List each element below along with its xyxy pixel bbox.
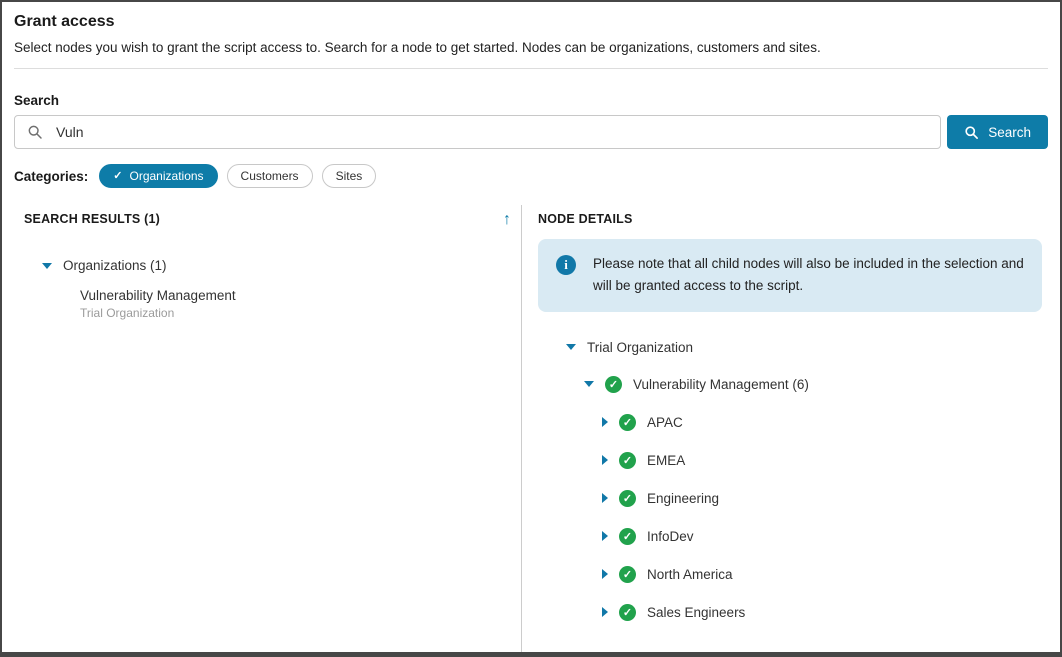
info-notice-text: Please note that all child nodes will al… — [593, 253, 1026, 296]
category-pill-label: Organizations — [130, 169, 204, 183]
category-pill-organizations[interactable]: ✓ Organizations — [99, 164, 217, 188]
tree-node-label: Engineering — [647, 491, 719, 506]
selected-check-icon: ✓ — [619, 414, 636, 431]
selected-check-icon: ✓ — [619, 566, 636, 583]
node-details-panel: NODE DETAILS i Please note that all chil… — [522, 205, 1060, 652]
result-subtitle: Trial Organization — [80, 306, 511, 320]
search-button-label: Search — [988, 125, 1031, 140]
info-icon: i — [556, 255, 576, 275]
caret-right-icon[interactable] — [602, 417, 608, 427]
tree-node-label: Sales Engineers — [647, 605, 745, 620]
tree-node-label: North America — [647, 567, 733, 582]
caret-down-icon[interactable] — [584, 381, 594, 387]
main-panels: SEARCH RESULTS (1) ↑ Organizations (1) V… — [2, 205, 1060, 652]
scroll-to-top-icon[interactable]: ↑ — [503, 212, 511, 228]
search-results-header: SEARCH RESULTS (1) — [24, 212, 160, 226]
node-details-tree: Trial Organization ✓ Vulnerability Manag… — [538, 340, 1042, 621]
header-divider — [14, 68, 1048, 69]
tree-node-trial-organization[interactable]: Trial Organization — [566, 340, 1042, 355]
tree-node-label: Vulnerability Management (6) — [633, 377, 809, 392]
tree-node-label: APAC — [647, 415, 683, 430]
info-notice: i Please note that all child nodes will … — [538, 239, 1042, 311]
selected-check-icon: ✓ — [605, 376, 622, 393]
tree-node-emea[interactable]: ✓ EMEA — [602, 452, 1042, 469]
node-details-header: NODE DETAILS — [538, 212, 1042, 226]
dialog-header: Grant access Select nodes you wish to gr… — [2, 2, 1060, 188]
category-pill-label: Sites — [336, 169, 363, 183]
search-button-icon — [964, 125, 979, 140]
tree-node-organizations-group[interactable]: Organizations (1) — [42, 258, 511, 273]
caret-right-icon[interactable] — [602, 607, 608, 617]
tree-node-infodev[interactable]: ✓ InfoDev — [602, 528, 1042, 545]
tree-node-label: EMEA — [647, 453, 685, 468]
page-title: Grant access — [14, 13, 1048, 31]
caret-right-icon[interactable] — [602, 455, 608, 465]
categories-label: Categories: — [14, 169, 88, 184]
categories-row: Categories: ✓ Organizations Customers Si… — [14, 164, 1048, 188]
caret-down-icon[interactable] — [566, 344, 576, 350]
search-input[interactable] — [54, 123, 928, 141]
caret-right-icon[interactable] — [602, 531, 608, 541]
check-icon: ✓ — [113, 170, 122, 183]
selected-check-icon: ✓ — [619, 528, 636, 545]
tree-node-label: InfoDev — [647, 529, 694, 544]
tree-node-engineering[interactable]: ✓ Engineering — [602, 490, 1042, 507]
search-label: Search — [14, 93, 1048, 108]
search-result-item[interactable]: Vulnerability Management Trial Organizat… — [80, 288, 511, 320]
search-input-container — [14, 115, 941, 149]
caret-down-icon[interactable] — [42, 263, 52, 269]
category-pill-customers[interactable]: Customers — [227, 164, 313, 188]
result-name: Vulnerability Management — [80, 288, 511, 303]
tree-node-label: Trial Organization — [587, 340, 693, 355]
selected-check-icon: ✓ — [619, 604, 636, 621]
search-row: Search — [14, 115, 1048, 149]
category-pill-sites[interactable]: Sites — [322, 164, 377, 188]
search-icon — [27, 124, 43, 140]
tree-node-apac[interactable]: ✓ APAC — [602, 414, 1042, 431]
page-subtitle: Select nodes you wish to grant the scrip… — [14, 40, 1048, 55]
search-results-panel: SEARCH RESULTS (1) ↑ Organizations (1) V… — [2, 205, 522, 652]
tree-node-sales-engineers[interactable]: ✓ Sales Engineers — [602, 604, 1042, 621]
tree-node-vulnerability-management[interactable]: ✓ Vulnerability Management (6) — [584, 376, 1042, 393]
caret-right-icon[interactable] — [602, 569, 608, 579]
tree-group-label: Organizations (1) — [63, 258, 167, 273]
caret-right-icon[interactable] — [602, 493, 608, 503]
selected-check-icon: ✓ — [619, 490, 636, 507]
search-button[interactable]: Search — [947, 115, 1048, 149]
tree-node-north-america[interactable]: ✓ North America — [602, 566, 1042, 583]
grant-access-dialog: Grant access Select nodes you wish to gr… — [0, 0, 1062, 657]
search-results-header-row: SEARCH RESULTS (1) ↑ — [24, 212, 511, 228]
category-pill-label: Customers — [241, 169, 299, 183]
selected-check-icon: ✓ — [619, 452, 636, 469]
